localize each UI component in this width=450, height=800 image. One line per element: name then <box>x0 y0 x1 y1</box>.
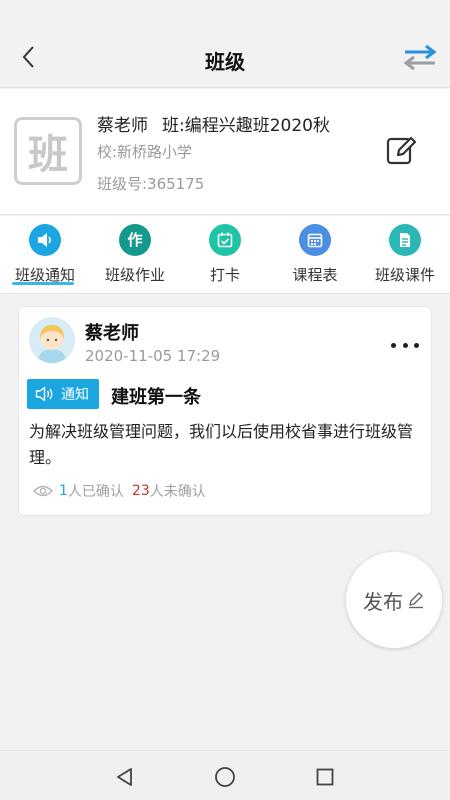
homework-icon: 作 <box>119 224 151 256</box>
nav-back-button[interactable] <box>112 764 138 790</box>
post-body: 为解决班级管理问题，我们以后使用校省事进行班级管理。 <box>29 422 414 467</box>
school-name: 校:新桥路小学 <box>97 143 193 161</box>
square-recents-icon <box>316 768 334 786</box>
post-timestamp: 2020-11-05 17:29 <box>85 347 221 365</box>
active-tab-indicator <box>12 282 74 285</box>
badge-label: 通知 <box>61 387 89 403</box>
confirmed-label: 人已确认 <box>67 484 124 500</box>
tab-courseware[interactable]: 班级课件 <box>360 216 450 294</box>
notice-card[interactable]: 蔡老师 2020-11-05 17:29 通知 建班第一条 为解决班级管理问题，… <box>18 306 432 516</box>
edit-icon <box>386 136 417 165</box>
post-author: 蔡老师 <box>85 323 139 344</box>
edit-class-button[interactable] <box>384 133 418 167</box>
swap-arrows-icon <box>403 44 437 70</box>
publish-button[interactable]: 发布 <box>346 552 442 648</box>
nav-recents-button[interactable] <box>312 764 338 790</box>
switch-class-button[interactable] <box>400 40 440 74</box>
feature-tabs: 班级通知 作 班级作业 打卡 课程表 班级课件 <box>0 216 450 294</box>
svg-text:作: 作 <box>127 231 142 249</box>
page-title: 班级 <box>205 50 245 74</box>
more-options-button[interactable] <box>391 337 419 353</box>
tab-timetable[interactable]: 课程表 <box>270 216 360 294</box>
class-name: 班:编程兴趣班2020秋 <box>162 116 330 136</box>
more-dot-icon <box>402 342 408 348</box>
class-heading: 蔡老师 班:编程兴趣班2020秋 <box>97 111 330 136</box>
document-icon <box>389 224 421 256</box>
more-dot-icon <box>414 342 419 348</box>
checkin-icon <box>209 224 241 256</box>
speaker-outline-icon <box>35 386 55 402</box>
publish-label: 发布 <box>363 589 403 614</box>
class-info-panel: 班 蔡老师 班:编程兴趣班2020秋 校:新桥路小学 班级号:365175 <box>0 89 450 215</box>
tab-class-notice[interactable]: 班级通知 <box>0 216 90 294</box>
avatar <box>29 317 75 363</box>
pencil-icon <box>409 592 423 609</box>
unconfirmed-count: 23 <box>131 483 150 499</box>
notice-badge: 通知 <box>27 379 99 409</box>
tab-label: 打卡 <box>209 266 240 284</box>
class-number: 班级号:365175 <box>97 175 205 193</box>
confirmed-count: 1 <box>59 483 68 499</box>
unconfirmed-label: 人未确认 <box>149 484 206 500</box>
tab-checkin[interactable]: 打卡 <box>180 216 270 294</box>
tab-label: 班级课件 <box>374 266 435 284</box>
triangle-back-icon <box>117 768 132 786</box>
eye-icon <box>33 484 53 498</box>
post-title: 建班第一条 <box>111 387 201 408</box>
circle-home-icon <box>215 767 235 787</box>
tab-label: 课程表 <box>292 266 338 284</box>
tab-label: 班级作业 <box>104 266 165 284</box>
top-bar: 班级 <box>0 0 450 88</box>
class-logo: 班 <box>14 117 82 185</box>
tab-class-homework[interactable]: 作 班级作业 <box>90 216 180 294</box>
speaker-icon <box>29 224 61 256</box>
system-navigation-bar <box>0 750 450 800</box>
calendar-icon <box>299 224 331 256</box>
teacher-name: 蔡老师 <box>97 116 148 136</box>
read-stats[interactable]: 1 人已确认 23 人未确认 <box>33 481 206 501</box>
more-dot-icon <box>391 342 396 348</box>
nav-home-button[interactable] <box>212 764 238 790</box>
